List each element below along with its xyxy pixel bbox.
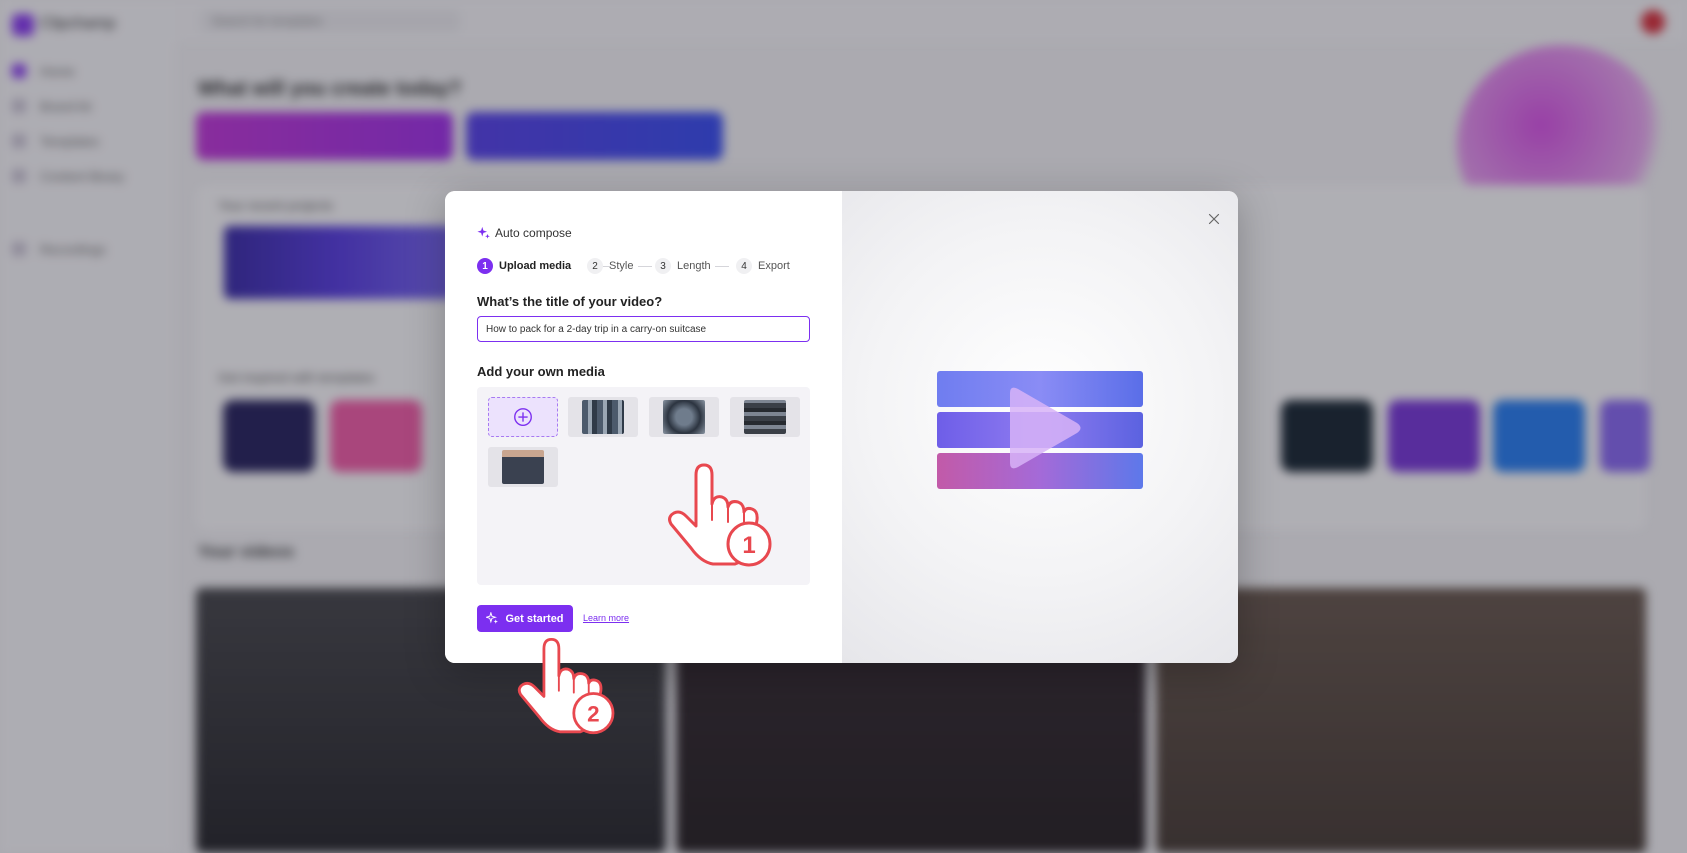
learn-more-link[interactable]: Learn more bbox=[583, 613, 629, 623]
get-started-label: Get started bbox=[505, 612, 564, 625]
close-icon bbox=[1208, 213, 1220, 225]
step-label: Upload media bbox=[499, 260, 572, 272]
pointer-hand-annotation-2: 2 bbox=[517, 638, 615, 735]
step-number: 2 bbox=[587, 258, 603, 274]
media-thumbnail[interactable] bbox=[730, 397, 800, 437]
media-image bbox=[744, 400, 786, 434]
plus-circle-icon bbox=[514, 408, 532, 426]
stepper: 1 Upload media 2 Style 3 Length 4 Export bbox=[477, 257, 807, 275]
step-number: 1 bbox=[477, 258, 493, 274]
step-label: Length bbox=[677, 260, 711, 272]
dialog-title: Auto compose bbox=[495, 226, 572, 240]
media-thumbnail[interactable] bbox=[488, 447, 558, 487]
dialog-form-pane: Auto compose 1 Upload media 2 Style 3 Le… bbox=[445, 191, 842, 663]
step-divider bbox=[715, 266, 729, 267]
media-image bbox=[582, 400, 624, 434]
sparkle-icon bbox=[477, 226, 490, 239]
media-heading: Add your own media bbox=[477, 364, 605, 379]
close-button[interactable] bbox=[1206, 211, 1222, 227]
step-style: 2 Style bbox=[587, 257, 633, 275]
step-number: 3 bbox=[655, 258, 671, 274]
media-image bbox=[502, 450, 544, 484]
pointer-hand-annotation-1: 1 bbox=[668, 463, 772, 567]
step-number: 4 bbox=[736, 258, 752, 274]
step-upload-media: 1 Upload media bbox=[477, 257, 571, 275]
step-label: Export bbox=[758, 260, 790, 272]
dialog-header: Auto compose bbox=[477, 224, 572, 242]
media-thumbnail[interactable] bbox=[568, 397, 638, 437]
step-export: 4 Export bbox=[736, 257, 790, 275]
add-media-button[interactable] bbox=[488, 397, 558, 437]
video-title-input[interactable] bbox=[477, 316, 810, 342]
video-title-label: What’s the title of your video? bbox=[477, 294, 663, 309]
media-thumbnail[interactable] bbox=[649, 397, 719, 437]
video-film-illustration bbox=[937, 371, 1143, 489]
auto-compose-dialog: Auto compose 1 Upload media 2 Style 3 Le… bbox=[445, 191, 1238, 663]
dialog-preview-pane bbox=[842, 191, 1238, 663]
media-image bbox=[663, 400, 705, 434]
step-divider bbox=[638, 266, 652, 267]
get-started-button[interactable]: Get started bbox=[477, 605, 573, 632]
step-label: Style bbox=[609, 260, 634, 272]
annotation-number: 2 bbox=[587, 702, 599, 727]
sparkle-icon bbox=[486, 612, 499, 624]
annotation-number: 1 bbox=[742, 532, 755, 559]
step-length: 3 Length bbox=[655, 257, 711, 275]
